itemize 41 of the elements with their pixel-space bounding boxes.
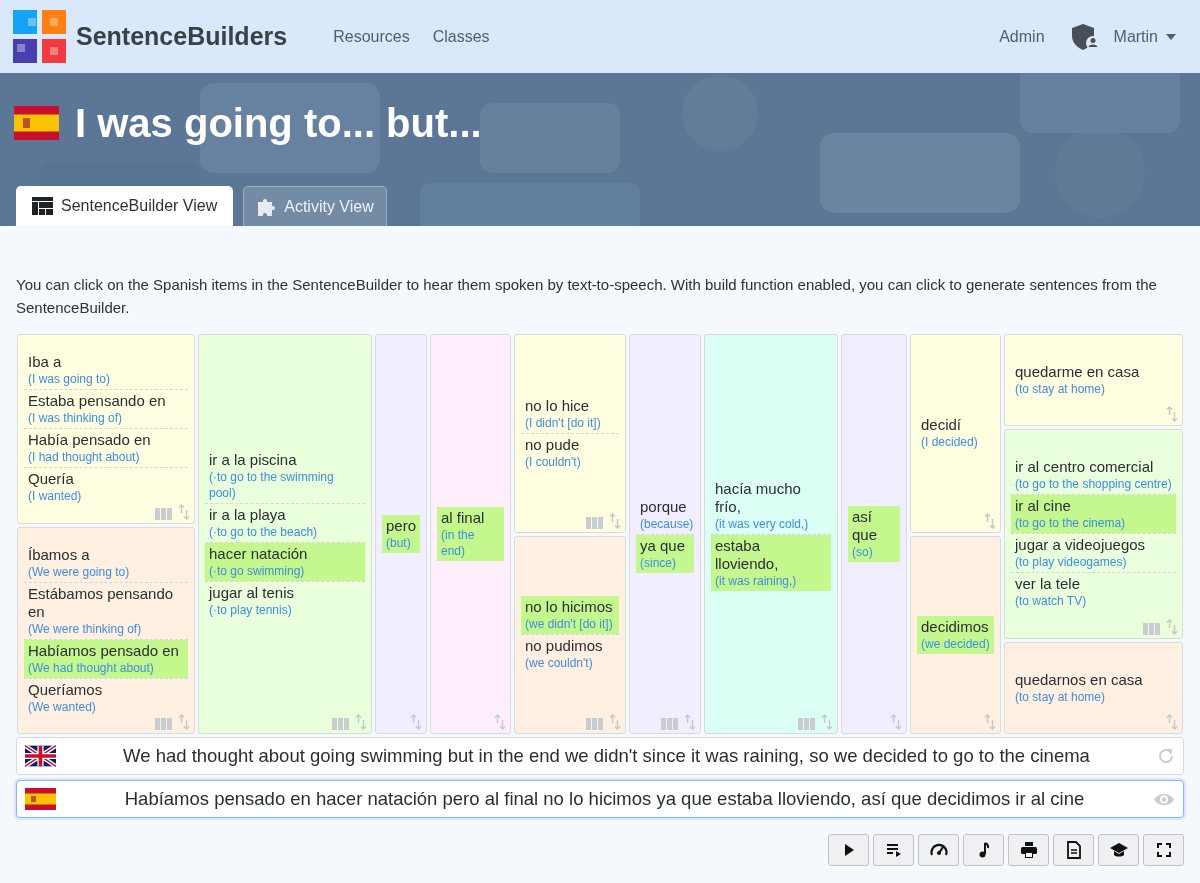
word-item[interactable]: no pude (I couldn't): [521, 433, 619, 472]
word-item[interactable]: quedarme en casa (to stay at home): [1011, 361, 1176, 400]
word-item[interactable]: ir a la playa (·to go to the beach): [205, 503, 365, 542]
sentence-field[interactable]: We had thought about going swimming but in the end we didn't since it was raining, so we decided to go to the cinema: [16, 737, 1184, 775]
word-item[interactable]: al final (in the end): [437, 507, 504, 561]
word-item[interactable]: Había pensado en (I had thought about): [24, 429, 188, 468]
word-item[interactable]: decidimos (we decided): [917, 615, 994, 654]
word-item[interactable]: ya que (since): [636, 534, 694, 573]
word-item[interactable]: pero (but): [382, 515, 420, 553]
word-item[interactable]: Estábamos pensando en (We were thinking of): [24, 582, 188, 639]
tab[interactable]: SentenceBuilder View: [16, 186, 234, 226]
word-item[interactable]: decidí (I decided): [917, 414, 994, 453]
word-item[interactable]: Quería (I wanted): [24, 468, 188, 507]
nav-link[interactable]: Classes: [432, 24, 490, 49]
brand-name[interactable]: SentenceBuilders: [76, 17, 288, 56]
word-item[interactable]: Estaba pensando en (I was thinking of): [24, 390, 188, 429]
word-item[interactable]: Queríamos (We wanted): [24, 678, 188, 717]
word-item[interactable]: ir a la piscina (·to go to the swimming pool): [205, 448, 365, 503]
word-item[interactable]: Íbamos a (We were going to): [24, 543, 188, 582]
word-item[interactable]: Iba a (I was going to): [24, 351, 188, 390]
word-item[interactable]: Habíamos pensado en (We had thought about): [24, 639, 188, 678]
word-item[interactable]: hacer natación (·to go swimming): [205, 542, 365, 581]
word-item[interactable]: hacía mucho frío, (it was very cold,): [711, 477, 831, 534]
word-item[interactable]: ver la tele (to watch TV): [1011, 573, 1176, 612]
word-item[interactable]: jugar al tenis (·to play tennis): [205, 581, 365, 620]
word-item[interactable]: porque (because): [636, 495, 694, 534]
word-item[interactable]: estaba lloviendo, (it was raining,): [711, 534, 831, 591]
intro-text: You can click on the Spanish items in the SentenceBuilder to hear them spoken by text-to-speech. With build function enabled, you can click to generate sentences from the SentenceBuilder.: [15, 275, 1158, 318]
sentence-field[interactable]: Habíamos pensado en hacer natación pero al final no lo hicimos ya que estaba lloviendo, así que decidimos ir al cine: [16, 780, 1184, 818]
word-item[interactable]: ir al cine (to go to the cinema): [1011, 495, 1176, 534]
word-item[interactable]: ir al centro comercial (to go to the shopping centre): [1011, 456, 1176, 495]
nav-link[interactable]: Resources: [333, 24, 410, 49]
page-title: I was going to... but...: [75, 100, 482, 147]
word-item[interactable]: jugar a videojuegos (to play videogames): [1011, 534, 1176, 573]
admin-link[interactable]: Admin: [999, 24, 1045, 49]
word-item[interactable]: no lo hice (I didn't [do it]): [521, 394, 619, 433]
word-item[interactable]: así que (so): [848, 506, 900, 562]
word-item[interactable]: no pudimos (we couldn't): [521, 635, 619, 674]
user-menu[interactable]: Martin: [1113, 24, 1176, 49]
word-item[interactable]: quedarnos en casa (to stay at home): [1011, 668, 1176, 707]
word-item[interactable]: no lo hicimos (we didn't [do it]): [521, 596, 619, 635]
